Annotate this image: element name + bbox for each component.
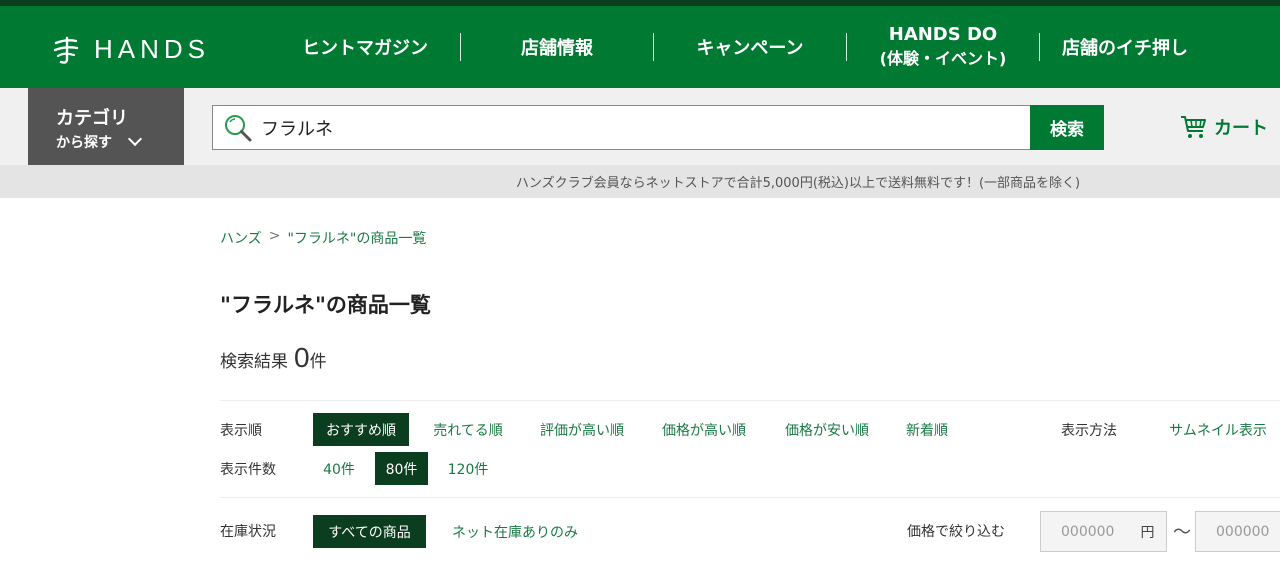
logo-text: HANDS	[94, 34, 211, 64]
shipping-notice: ハンズクラブ会員ならネットストアで合計5,000円(税込)以上で送料無料です！(…	[0, 165, 1280, 198]
price-max-placeholder: 000000	[1216, 523, 1270, 540]
nav-label: HANDS DO	[888, 24, 998, 45]
cart-link[interactable]: カート	[1180, 114, 1268, 140]
hand-logo-icon	[53, 36, 79, 64]
main-nav: ヒントマガジン 店舗情報 キャンペーン HANDS DO (体験・イベント) 店…	[270, 6, 1210, 88]
sort-option-price-high[interactable]: 価格が高い順	[650, 413, 758, 446]
cart-label: カート	[1214, 118, 1268, 139]
nav-hands-do[interactable]: HANDS DO (体験・イベント)	[847, 6, 1039, 88]
price-max-field[interactable]: 000000	[1195, 511, 1280, 552]
nav-label: 店舗のイチ押し	[1062, 38, 1188, 59]
breadcrumb-separator: >	[268, 228, 281, 244]
nav-campaign[interactable]: キャンペーン	[654, 6, 846, 88]
sort-option-price-low[interactable]: 価格が安い順	[773, 413, 881, 446]
category-sublabel-row: から探す	[56, 131, 184, 152]
cart-icon	[1181, 116, 1206, 138]
nav-sublabel: (体験・イベント)	[879, 49, 1007, 68]
nav-store-info[interactable]: 店舗情報	[461, 6, 653, 88]
price-min-placeholder: 000000	[1061, 523, 1115, 540]
category-button[interactable]: カテゴリ から探す	[28, 88, 184, 165]
per-page-label: 表示件数	[220, 462, 276, 478]
stock-option-all[interactable]: すべての商品	[313, 515, 426, 548]
chevron-down-icon	[127, 131, 143, 147]
price-filter-label: 価格で絞り込む	[907, 524, 1005, 540]
search-box	[212, 105, 1030, 150]
per-page-option-40[interactable]: 40件	[315, 452, 363, 485]
nav-label: 店舗情報	[521, 38, 593, 59]
breadcrumb-home[interactable]: ハンズ	[220, 228, 262, 248]
price-currency: 円	[1140, 524, 1155, 541]
stock-label: 在庫状況	[220, 524, 276, 540]
divider	[220, 497, 1280, 498]
category-label: カテゴリ	[56, 108, 128, 129]
result-count-unit: 件	[309, 352, 327, 372]
search-input[interactable]	[261, 117, 1001, 138]
nav-label: ヒントマガジン	[302, 38, 428, 59]
category-sublabel: から探す	[56, 135, 112, 151]
nav-label: キャンペーン	[696, 38, 804, 59]
sort-label: 表示順	[220, 423, 262, 439]
search-bar-row: カテゴリ から探す 検索 カート	[0, 88, 1280, 165]
sort-option-bestselling[interactable]: 売れてる順	[422, 413, 514, 446]
per-page-option-80[interactable]: 80件	[375, 452, 428, 485]
display-option-thumbnail[interactable]: サムネイル表示	[1156, 413, 1280, 446]
result-count-label: 検索結果	[220, 352, 288, 372]
nav-store-picks[interactable]: 店舗のイチ押し	[1040, 6, 1210, 88]
result-count: 検索結果 0 件	[220, 342, 327, 374]
price-range-separator: 〜	[1173, 522, 1191, 543]
breadcrumb-current: "フラルネ"の商品一覧	[287, 231, 427, 247]
result-count-number: 0	[294, 342, 310, 373]
page-title: "フラルネ"の商品一覧	[220, 293, 431, 317]
divider	[220, 400, 1280, 401]
display-label: 表示方法	[1061, 423, 1117, 439]
search-button[interactable]: 検索	[1030, 105, 1104, 150]
sort-option-newest[interactable]: 新着順	[896, 413, 958, 446]
site-header: HANDS ヒントマガジン 店舗情報 キャンペーン HANDS DO (体験・イ…	[0, 6, 1280, 88]
stock-option-in-stock[interactable]: ネット在庫ありのみ	[438, 515, 592, 548]
hands-logo[interactable]: HANDS	[52, 34, 210, 65]
sort-option-rating[interactable]: 評価が高い順	[528, 413, 636, 446]
search-icon	[225, 114, 252, 141]
breadcrumb: ハンズ > "フラルネ"の商品一覧	[220, 228, 426, 248]
nav-hint-magazine[interactable]: ヒントマガジン	[270, 6, 460, 88]
price-min-field[interactable]: 000000 円	[1040, 511, 1167, 552]
sort-option-recommended[interactable]: おすすめ順	[313, 413, 409, 446]
per-page-option-120[interactable]: 120件	[440, 452, 496, 485]
